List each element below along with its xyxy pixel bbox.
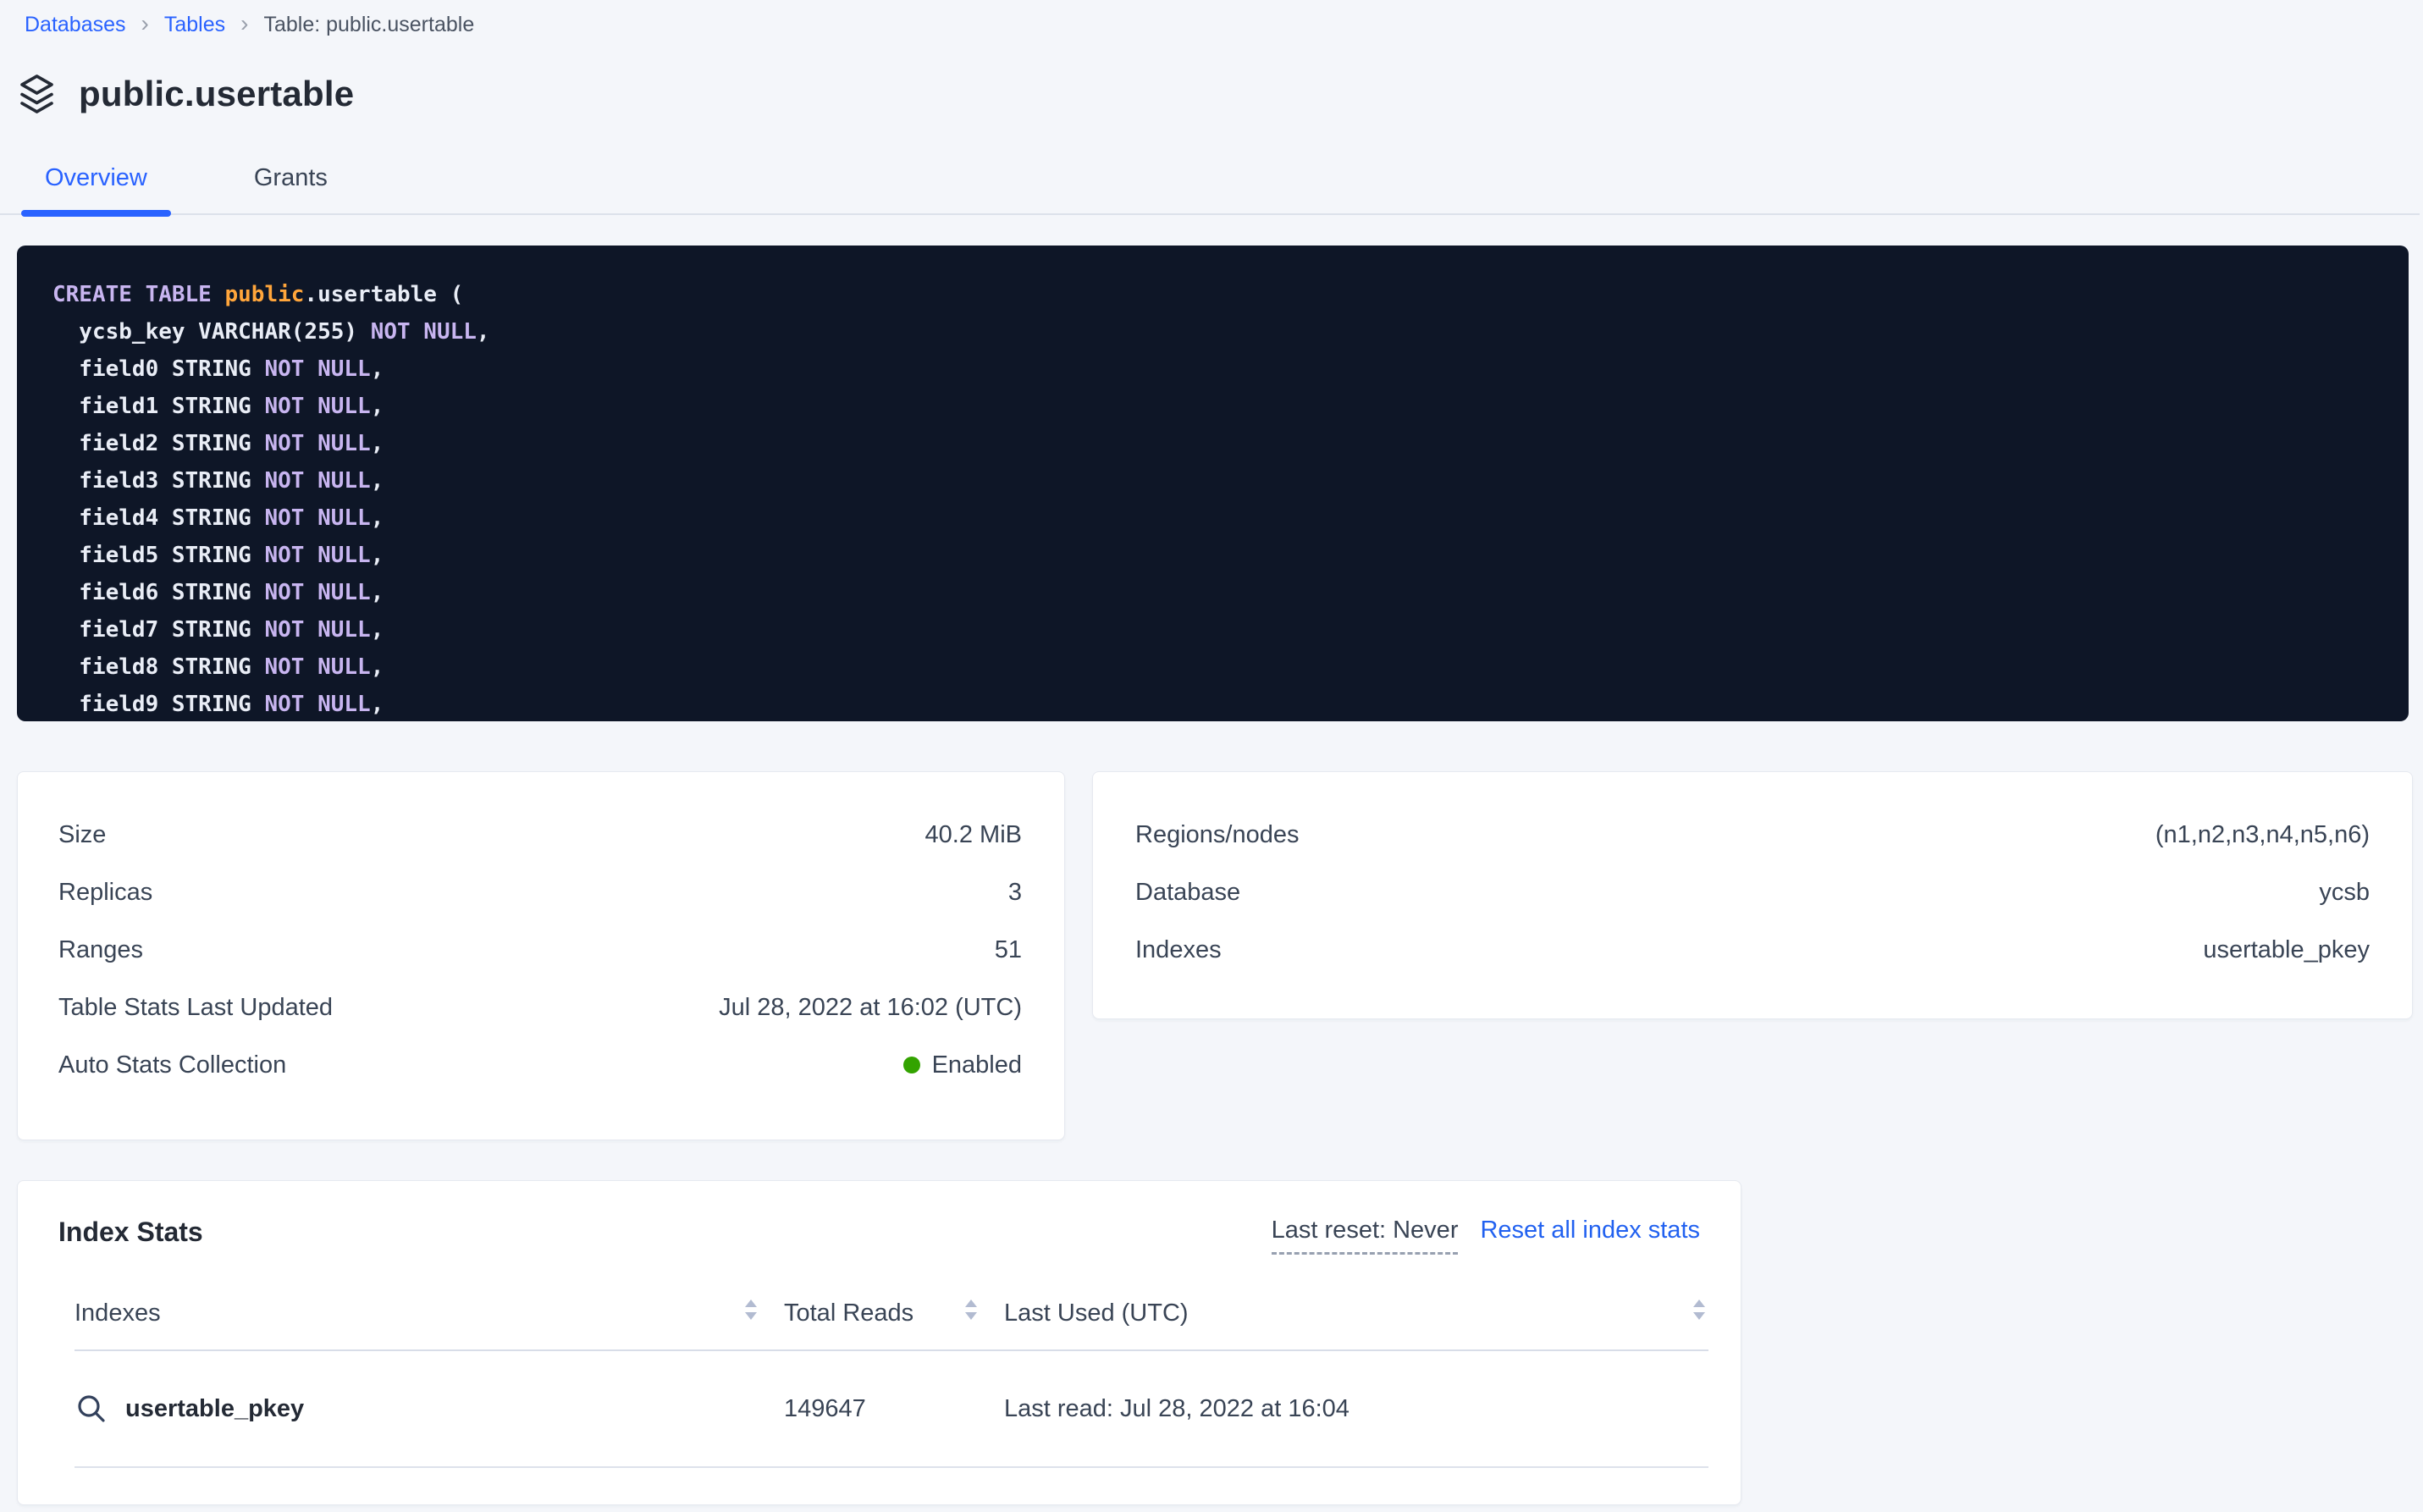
detail-label: Database (1135, 879, 1240, 907)
sql-line: ycsb_key VARCHAR(255) NOT NULL, (52, 313, 2409, 350)
tab-overview-label: Overview (45, 164, 147, 192)
detail-label: Table Stats Last Updated (58, 994, 333, 1022)
total-reads-cell: 149647 (784, 1395, 980, 1423)
sql-line: field7 STRING NOT NULL, (52, 611, 2409, 648)
detail-row-stats-updated: Table Stats Last Updated Jul 28, 2022 at… (58, 979, 1022, 1036)
create-statement-code-block[interactable]: CREATE TABLE public.usertable ( ycsb_key… (17, 246, 2409, 721)
detail-value: (n1,n2,n3,n4,n5,n6) (2155, 821, 2370, 849)
table-details-page: Databases › Tables › Table: public.usert… (0, 0, 2423, 1512)
index-name-link[interactable]: usertable_pkey (125, 1395, 304, 1423)
page-header: public.usertable (17, 68, 2423, 120)
index-stats-row-usertable-pkey[interactable]: usertable_pkey 149647 Last read: Jul 28,… (75, 1351, 1708, 1468)
detail-value: 51 (995, 936, 1022, 964)
index-stats-card: Index Stats Last reset: Never Reset all … (17, 1180, 1741, 1505)
stack-layers-icon (17, 73, 57, 115)
detail-value: 3 (1008, 879, 1022, 907)
breadcrumb-link-databases[interactable]: Databases (25, 13, 126, 37)
green-dot-icon (903, 1057, 920, 1073)
detail-row-database: Database ycsb (1135, 864, 2370, 921)
sort-arrows-icon[interactable] (962, 1297, 980, 1329)
chevron-right-icon: › (141, 13, 149, 34)
column-header-last-used[interactable]: Last Used (UTC) (1004, 1297, 1708, 1329)
sql-line: field6 STRING NOT NULL, (52, 574, 2409, 611)
page-title: public.usertable (79, 74, 354, 114)
table-meta-card: Regions/nodes (n1,n2,n3,n4,n5,n6) Databa… (1092, 771, 2413, 1019)
breadcrumb-current: Table: public.usertable (263, 13, 474, 37)
sort-arrows-icon[interactable] (742, 1297, 760, 1329)
column-header-indexes[interactable]: Indexes (75, 1297, 760, 1329)
status-badge: Enabled (903, 1051, 1022, 1079)
column-label: Last Used (UTC) (1004, 1300, 1189, 1327)
total-reads-value: 149647 (784, 1395, 866, 1423)
column-header-total-reads[interactable]: Total Reads (784, 1297, 980, 1329)
tab-grants-label: Grants (254, 164, 328, 192)
column-label: Total Reads (784, 1300, 913, 1327)
detail-row-ranges: Ranges 51 (58, 921, 1022, 979)
sql-line: field5 STRING NOT NULL, (52, 537, 2409, 574)
status-text: Enabled (932, 1051, 1022, 1079)
sql-line: field9 STRING NOT NULL, (52, 686, 2409, 721)
detail-row-auto-stats: Auto Stats Collection Enabled (58, 1036, 1022, 1094)
column-label: Indexes (75, 1300, 161, 1327)
detail-label: Replicas (58, 879, 152, 907)
table-header-row: Indexes Total Reads Last Used (UTC) (75, 1299, 1708, 1351)
index-stats-title: Index Stats (58, 1217, 203, 1248)
chevron-right-icon: › (240, 13, 248, 34)
index-stats-controls: Last reset: Never Reset all index stats (1272, 1217, 1700, 1255)
index-name-cell: usertable_pkey (75, 1392, 760, 1426)
magnifier-icon (75, 1392, 108, 1426)
detail-row-indexes: Indexes usertable_pkey (1135, 921, 2370, 979)
detail-row-replicas: Replicas 3 (58, 864, 1022, 921)
breadcrumb-link-tables[interactable]: Tables (164, 13, 225, 37)
detail-value: usertable_pkey (2203, 936, 2370, 964)
sql-line: field1 STRING NOT NULL, (52, 388, 2409, 425)
table-details-card: Size 40.2 MiB Replicas 3 Ranges 51 Table… (17, 771, 1065, 1140)
detail-label: Indexes (1135, 936, 1222, 964)
detail-label: Regions/nodes (1135, 821, 1299, 849)
last-used-cell: Last read: Jul 28, 2022 at 16:04 (1004, 1395, 1708, 1423)
index-stats-header: Index Stats Last reset: Never Reset all … (58, 1217, 1707, 1255)
detail-label: Size (58, 821, 106, 849)
detail-label: Ranges (58, 936, 143, 964)
last-reset-label[interactable]: Last reset: Never (1272, 1217, 1459, 1255)
sql-line: field8 STRING NOT NULL, (52, 648, 2409, 686)
index-stats-table: Indexes Total Reads Last Used (UTC) (75, 1299, 1708, 1468)
tab-overview[interactable]: Overview (21, 142, 171, 213)
detail-value: Jul 28, 2022 at 16:02 (UTC) (719, 994, 1022, 1022)
sort-arrows-icon[interactable] (1690, 1297, 1708, 1329)
detail-row-size: Size 40.2 MiB (58, 806, 1022, 864)
detail-cards-row: Size 40.2 MiB Replicas 3 Ranges 51 Table… (17, 771, 2423, 1140)
breadcrumb: Databases › Tables › Table: public.usert… (25, 8, 2423, 41)
sql-line: field4 STRING NOT NULL, (52, 499, 2409, 537)
reset-all-index-stats-link[interactable]: Reset all index stats (1480, 1217, 1700, 1244)
detail-label: Auto Stats Collection (58, 1051, 286, 1079)
tab-grants[interactable]: Grants (230, 142, 351, 213)
sql-line: field3 STRING NOT NULL, (52, 462, 2409, 499)
sql-line: CREATE TABLE public.usertable ( (52, 276, 2409, 313)
tab-bar: Overview Grants (0, 142, 2420, 215)
last-used-value: Last read: Jul 28, 2022 at 16:04 (1004, 1395, 1349, 1423)
detail-value: 40.2 MiB (925, 821, 1022, 849)
sql-line: field2 STRING NOT NULL, (52, 425, 2409, 462)
detail-value: ycsb (2319, 879, 2370, 907)
sql-line: field0 STRING NOT NULL, (52, 350, 2409, 388)
detail-row-regions: Regions/nodes (n1,n2,n3,n4,n5,n6) (1135, 806, 2370, 864)
